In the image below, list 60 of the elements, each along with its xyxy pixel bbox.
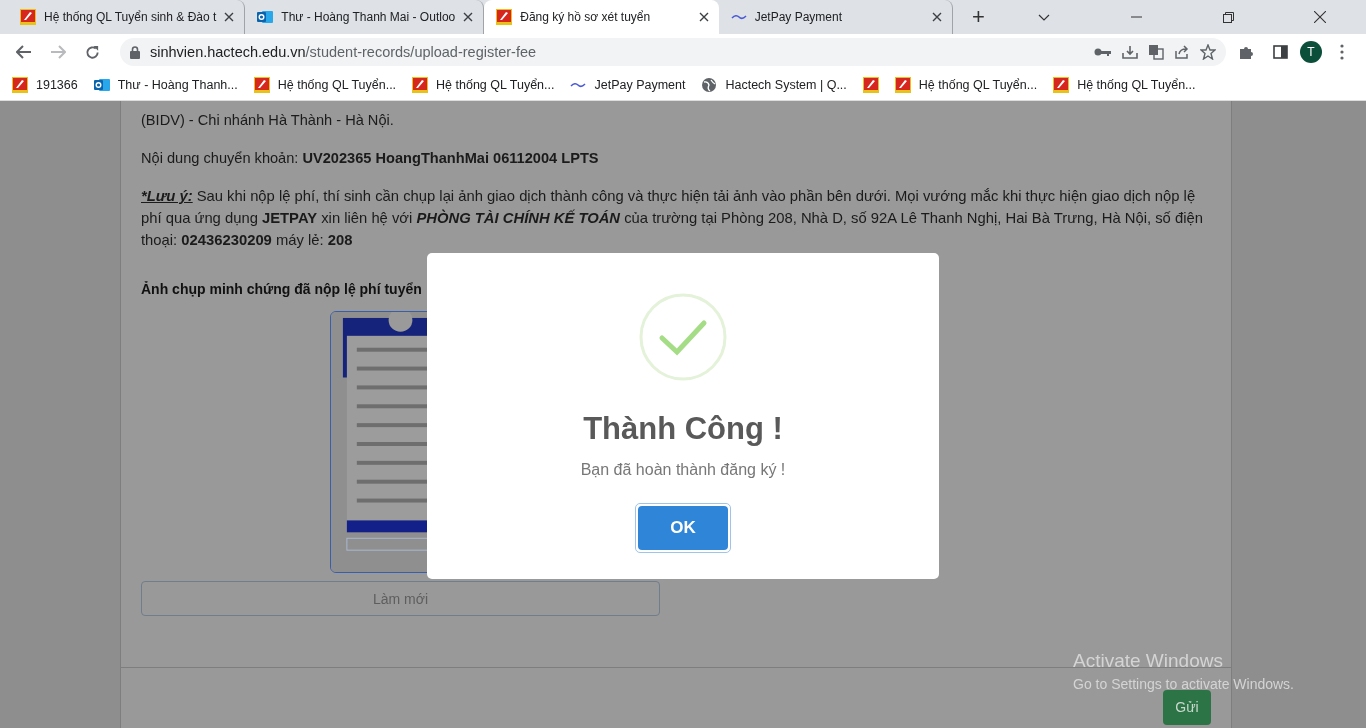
close-icon[interactable] [224, 12, 235, 22]
info-paragraph: (BIDV) - Chi nhánh Hà Thành - Hà Nội. [141, 111, 395, 130]
mail-app-icon [257, 9, 274, 25]
school-logo-icon [1053, 77, 1070, 93]
bookmark[interactable]: Hactech System | Q... [701, 77, 847, 93]
translate-icon[interactable] [1148, 44, 1164, 60]
bookmark[interactable]: Hệ thống QL Tuyển... [1053, 77, 1196, 93]
back-icon[interactable] [16, 45, 32, 59]
tab-title: Đăng ký hồ sơ xét tuyển [520, 10, 652, 24]
close-icon[interactable] [463, 12, 474, 22]
school-logo-icon [20, 9, 36, 25]
school-logo-icon [894, 77, 911, 93]
school-logo-icon [862, 77, 879, 93]
bookmark[interactable]: JetPay Payment [570, 78, 686, 92]
tab-title: JetPay Payment [754, 10, 843, 24]
restore-icon[interactable] [1222, 11, 1234, 23]
chevron-down-icon[interactable] [1038, 13, 1050, 21]
star-icon[interactable] [1200, 44, 1216, 60]
tab-title: Hệ thống QL Tuyển sinh & Đào t [44, 10, 217, 24]
upload-label: Ảnh chụp minh chứng đã nộp lệ phí tuyển [141, 281, 423, 297]
check-icon [639, 293, 727, 381]
side-panel-icon[interactable] [1272, 45, 1288, 59]
dialog-message: Bạn đã hoàn thành đăng ký ! [580, 461, 786, 479]
close-icon[interactable] [1314, 11, 1326, 23]
minimize-icon[interactable] [1130, 16, 1142, 18]
browser-tab[interactable]: Đăng ký hồ sơ xét tuyển [484, 0, 719, 34]
puzzle-icon[interactable] [1238, 44, 1254, 60]
bookmark[interactable]: Thư - Hoàng Thanh... [93, 77, 238, 93]
note-paragraph: *Lưu ý: Sau khi nộp lệ phí, thí sinh cần chụp lại ảnh giao dịch thành công và thực hiện tải ảnh vào phần bên dưới. Mọi vướng mắc khi thực hiện giao dịch nộp lệ phí qua ứng dụng JETPAY xin liên hệ với PHÒNG TÀI CHÍNH KẾ TOÁN của trường tại Phòng 208, Nhà D, số 92A Lê Thanh Nghị, Hai Bà Trưng, Hà Nội, số điện thoại: 02436230209 máy lẻ: 208 [141, 187, 1204, 250]
school-logo-icon [253, 77, 270, 93]
close-icon[interactable] [932, 12, 943, 22]
bookmark[interactable]: Hệ thống QL Tuyển... [412, 77, 555, 93]
activation-message: Go to Settings to activate Windows. [1073, 676, 1294, 692]
bookmark[interactable]: Hệ thống QL Tuyển... [253, 77, 397, 93]
school-logo-icon [496, 9, 513, 25]
new-tab-button[interactable]: + [959, 0, 998, 34]
wave-logo-icon [730, 13, 747, 21]
profile-avatar[interactable]: T [1300, 41, 1322, 63]
globe-icon [701, 77, 718, 93]
bookmark[interactable]: Hệ thống QL Tuyển... [894, 77, 1038, 93]
dialog-title: Thành Công ! [583, 411, 783, 447]
school-logo-icon [12, 77, 28, 93]
school-logo-icon [412, 77, 429, 93]
reload-icon[interactable] [84, 44, 100, 60]
submit-button[interactable]: Gửi [1163, 689, 1211, 725]
lock-icon [130, 45, 140, 59]
mail-app-icon [93, 77, 110, 93]
share-icon[interactable] [1174, 44, 1190, 60]
info-paragraph: Nội dung chuyển khoản: UV202365 HoangThanhMai 06112004 LPTS [141, 149, 600, 168]
more-icon[interactable] [1340, 44, 1344, 60]
close-icon[interactable] [698, 12, 709, 22]
url-text: sinhvien.hactech.edu.vn/student-records/upload-register-fee [150, 44, 538, 60]
key-icon[interactable] [1094, 47, 1112, 57]
wave-logo-icon [570, 81, 587, 89]
tab-title: Thư - Hoàng Thanh Mai - Outloo [281, 10, 456, 24]
address-bar[interactable]: sinhvien.hactech.edu.vn/student-records/upload-register-fee [120, 38, 1226, 66]
activation-title: Activate Windows [1073, 650, 1224, 672]
bookmark[interactable]: 191366 [12, 77, 78, 93]
install-icon[interactable] [1122, 44, 1138, 60]
ok-button[interactable]: OK [638, 506, 728, 550]
